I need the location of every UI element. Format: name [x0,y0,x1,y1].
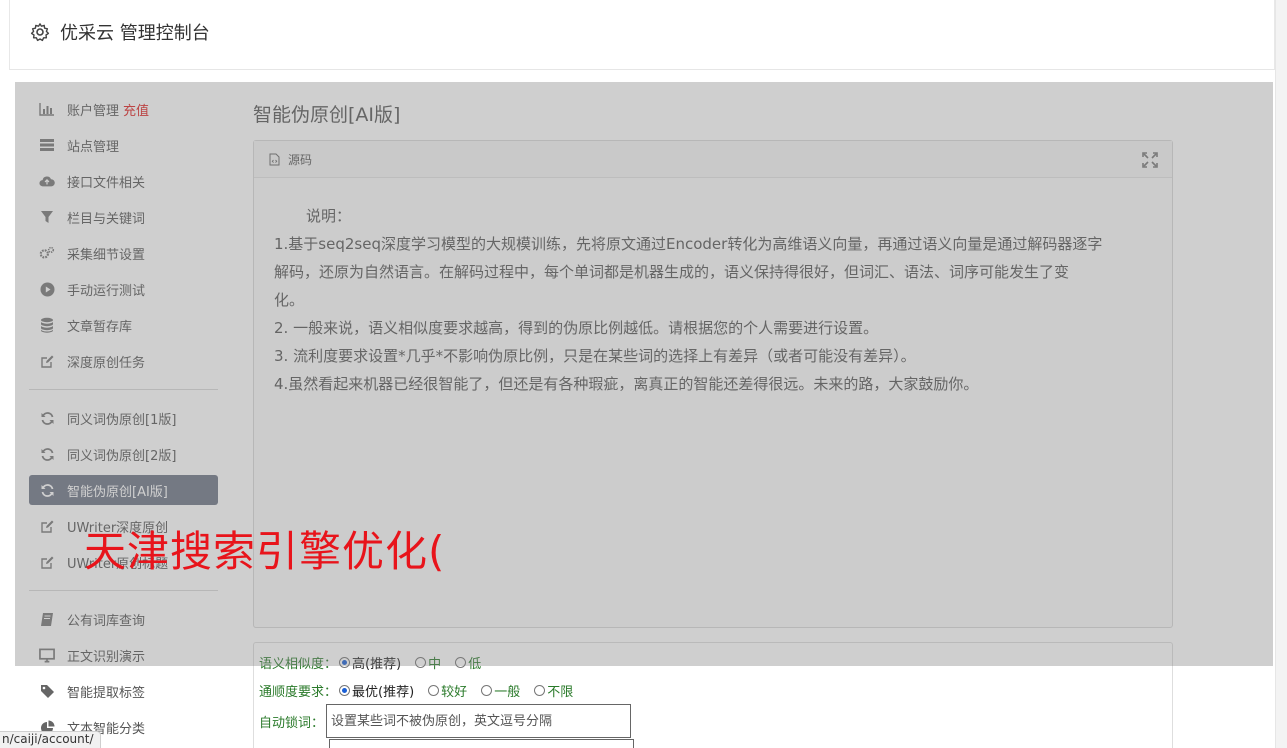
fluency-row: 通顺度要求： 最优(推荐) 较好 一般 不限 [259,681,587,700]
fluency-normal-radio[interactable]: 一般 [481,681,520,700]
filter-icon [39,209,55,225]
radio-dot[interactable] [534,685,546,696]
radio-dot[interactable] [428,685,440,696]
edit-icon [39,518,55,534]
bar-chart-icon [39,101,55,117]
sidebar-item-label: 正文识别演示 [67,649,146,665]
recharge-link[interactable]: 充值 [123,100,149,119]
book-icon [39,611,55,627]
sidebar-item-ai-rewrite[interactable]: 智能伪原创[AI版] [29,475,218,505]
options-form: 语义相似度： 高(推荐) 中 低 通顺度要求： 最优(推荐) 较好 一般 不限 … [253,642,1173,748]
sidebar-item-deep-original[interactable]: 深度原创任务 [29,346,218,376]
autolock-label: 自动锁词： [259,715,325,731]
server-icon [39,137,55,153]
sidebar-item-label: 接口文件相关 [67,175,146,191]
sidebar-divider [29,590,218,591]
radio-dot[interactable] [415,657,427,668]
gear-icon [30,23,50,42]
top-header: 优采云 管理控制台 [9,0,1275,70]
similarity-row: 语义相似度： 高(推荐) 中 低 [259,653,495,672]
file-code-icon [269,153,280,165]
sidebar-item-label: 同义词伪原创[2版] [67,448,177,464]
sidebar-item-label: 账户管理 [67,103,120,119]
radio-dot[interactable] [455,657,467,668]
description-title: 说明： [306,207,352,225]
description-line: 3. 流利度要求设置*几乎*不影响伪原比例，只是在某些词的选择上有差异（或者可能… [274,347,916,365]
watermark-text: 天津搜索引擎优化( [84,527,446,576]
monitor-icon [39,647,55,663]
play-icon [39,281,55,297]
description-line: 4.虽然看起来机器已经很智能了，但还是有各种瑕疵，离真正的智能还差得很远。未来的… [274,375,979,393]
sidebar-item-collect-settings[interactable]: 采集细节设置 [29,238,218,268]
sidebar-item-label: 智能伪原创[AI版] [67,484,168,500]
brand: 优采云 管理控制台 [30,19,210,45]
expand-icon[interactable] [1142,152,1158,168]
page-title: 智能伪原创[AI版] [253,104,401,126]
radio-dot[interactable] [339,657,351,668]
sidebar-item-label: 智能提取标签 [67,685,146,701]
database-icon [39,317,55,333]
sidebar-item-label: 站点管理 [67,139,120,155]
sidebar-item-label: 同义词伪原创[1版] [67,412,177,428]
sidebar-divider [29,389,218,390]
refresh-icon [39,482,55,498]
panel-header: 源码 [254,141,1172,178]
description-line: 2. 一般来说，语义相似度要求越高，得到的伪原比例越低。请根据您的个人需要进行设… [274,319,879,337]
similarity-high-radio[interactable]: 高(推荐) [339,653,401,672]
status-bar-url: n/caiji/account/ [0,731,101,748]
refresh-icon [39,410,55,426]
sidebar-item-label: 深度原创任务 [67,355,146,371]
radio-dot[interactable] [481,685,493,696]
similarity-label: 语义相似度： [259,657,338,672]
sidebar-item-manual-run[interactable]: 手动运行测试 [29,274,218,304]
sidebar-item-account[interactable]: 账户管理 充值 [29,94,218,124]
description-line: 解码，还原为自然语言。在解码过程中，每个单词都是机器生成的，语义保持得很好，但词… [274,263,1070,281]
edit-icon [39,554,55,570]
similarity-mid-radio[interactable]: 中 [415,653,441,672]
sidebar-item-article-storage[interactable]: 文章暂存库 [29,310,218,340]
sidebar-item-label: 公有词库查询 [67,613,146,629]
radio-dot[interactable] [339,685,351,696]
edit-icon [39,353,55,369]
textarea-field[interactable] [329,739,634,748]
sidebar-item-public-lexicon[interactable]: 公有词库查询 [29,604,218,634]
autolock-row: 自动锁词： [259,704,632,738]
sidebar-item-synonym-v2[interactable]: 同义词伪原创[2版] [29,439,218,469]
sidebar-item-label: 采集细节设置 [67,247,146,263]
cloud-upload-icon [39,173,55,189]
sidebar-item-api-files[interactable]: 接口文件相关 [29,166,218,196]
sidebar-item-extract-tags[interactable]: 智能提取标签 [29,676,218,706]
fluency-good-radio[interactable]: 较好 [428,681,467,700]
sidebar-item-body-recognition[interactable]: 正文识别演示 [29,640,218,670]
fluency-label: 通顺度要求： [259,685,338,700]
fluency-any-radio[interactable]: 不限 [534,681,573,700]
sidebar-item-synonym-v1[interactable]: 同义词伪原创[1版] [29,403,218,433]
description-line: 化。 [274,291,305,309]
autolock-input[interactable] [326,704,632,738]
description-line: 1.基于seq2seq深度学习模型的大规模训练，先将原文通过Encoder转化为… [274,235,1103,253]
sidebar-item-sites[interactable]: 站点管理 [29,130,218,160]
tag-icon [39,683,55,699]
fluency-best-radio[interactable]: 最优(推荐) [339,681,414,700]
sidebar-item-label: 手动运行测试 [67,283,146,299]
sidebar: 账户管理 充值 站点管理 接口文件相关 栏目与关键词 采集细节设置 手动运行测试… [15,82,237,748]
panel-header-label: 源码 [288,152,313,167]
refresh-icon [39,446,55,462]
sidebar-item-label: 栏目与关键词 [67,211,146,227]
sidebar-item-label: 文章暂存库 [67,319,133,335]
description-text: 说明： 1.基于seq2seq深度学习模型的大规模训练，先将原文通过Encode… [254,178,1144,398]
app-title: 优采云 管理控制台 [60,23,210,44]
gears-icon [39,245,55,261]
sidebar-item-columns-keywords[interactable]: 栏目与关键词 [29,202,218,232]
similarity-low-radio[interactable]: 低 [455,653,481,672]
vertical-scrollbar[interactable] [1275,0,1287,748]
